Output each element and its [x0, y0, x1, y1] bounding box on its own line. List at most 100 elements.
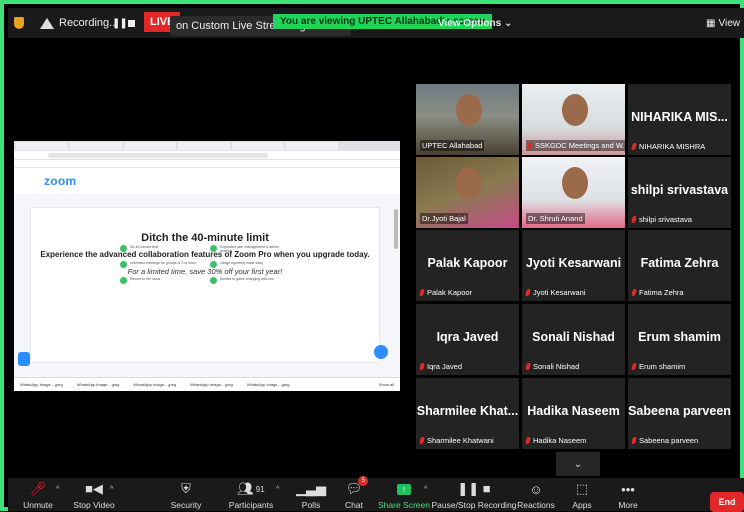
share-options-caret[interactable]: ^ [424, 486, 427, 493]
participant-name: UPTEC Allahabad [422, 141, 483, 150]
security-shield-icon[interactable] [14, 8, 28, 38]
participant-tile[interactable]: shilpi srivastava shilpi srivastava [628, 157, 731, 228]
participant-name: shilpi srivastava [639, 215, 692, 224]
browser-tab [178, 142, 230, 150]
participant-name-label: Palak Kapoor [419, 288, 472, 297]
chat-button[interactable]: 💬︎ 5 Chat [342, 476, 369, 511]
page-scrollbar[interactable] [394, 209, 398, 249]
participant-name-label: Hadika Naseem [525, 436, 587, 445]
shield-icon [18, 352, 30, 366]
participant-name: Fatima Zehra [639, 288, 684, 297]
browser-address-bar [14, 151, 400, 160]
pause-stop-recording-button[interactable]: ❚❚ ■ Pause/Stop Recording [431, 478, 516, 511]
participant-face [456, 94, 482, 126]
participant-tile[interactable]: Dr.Jyoti Bajal [416, 157, 519, 228]
participant-display-name: Jyoti Kesarwani [525, 256, 622, 270]
participant-tile[interactable]: UPTEC Allahabad [416, 84, 519, 155]
polls-button[interactable]: ▁▃▅ Polls [296, 478, 326, 511]
recording-indicator[interactable]: Recording... [40, 8, 118, 38]
participant-name-label: NIHARIKA MISHRA [631, 142, 706, 151]
participant-name-label: UPTEC Allahabad [420, 140, 485, 151]
participant-name: NIHARIKA MISHRA [639, 142, 706, 151]
participant-tile[interactable]: Iqra Javed Iqra Javed [416, 304, 519, 375]
security-button[interactable]: ⛨ Security [170, 478, 202, 511]
more-button[interactable]: ••• More [616, 478, 640, 511]
participant-name: SSKGDC Meetings and W... [535, 141, 625, 150]
emoji-add-icon: ☺ [529, 481, 543, 497]
participant-name: Sabeena parveen [639, 436, 699, 445]
reactions-button[interactable]: ☺ Reactions [517, 478, 555, 511]
end-meeting-button[interactable]: End [710, 492, 744, 512]
chat-unread-badge: 5 [358, 476, 369, 486]
pause-recording-icon[interactable]: ❚❚ [112, 8, 128, 38]
download-item: WhatsApp Image....jpeg [133, 382, 177, 387]
participant-tile[interactable]: NIHARIKA MIS... NIHARIKA MISHRA [628, 84, 731, 155]
zoom-logo: zoom [44, 174, 77, 188]
share-screen-button[interactable]: ↑ Share Screen [378, 478, 430, 511]
participant-display-name: shilpi srivastava [630, 183, 729, 197]
audio-options-caret[interactable]: ^ [56, 486, 59, 493]
check-icon [120, 261, 127, 268]
recording-label: Recording... [59, 17, 119, 29]
show-all-link: Show all [378, 382, 394, 387]
unmute-button[interactable]: 🎤︎ Unmute [20, 478, 56, 511]
muted-mic-icon [419, 363, 425, 370]
muted-mic-icon: 🎤︎ [29, 481, 47, 496]
download-item: WhatsApp Image....jpeg [246, 382, 290, 387]
browser-tab [124, 142, 176, 150]
participant-tile[interactable]: Sharmilee Khat... Sharmilee Khatwani [416, 378, 519, 449]
participant-name: Hadika Naseem [533, 436, 587, 445]
chat-bubble-icon [374, 345, 388, 359]
participant-tile[interactable]: Palak Kapoor Palak Kapoor [416, 230, 519, 301]
check-icon [210, 277, 217, 284]
participants-options-caret[interactable]: ^ [276, 486, 279, 493]
view-options-button[interactable]: View Options ⌄ [438, 8, 512, 38]
grid-icon: ▦ [706, 17, 716, 29]
participants-icon: 👥︎ [237, 481, 254, 496]
stop-recording-icon[interactable] [128, 8, 135, 38]
participant-display-name: Sharmilee Khat... [416, 404, 519, 418]
download-item: WhatsApp Image....jpeg [20, 382, 63, 387]
upgrade-card: Ditch the 40-minute limit Experience the… [30, 207, 380, 363]
view-button[interactable]: ▦ View [706, 8, 740, 38]
participant-display-name: Palak Kapoor [427, 256, 508, 270]
participant-tile[interactable]: Hadika Naseem Hadika Naseem [522, 378, 625, 449]
feature-item: Record to the cloud [120, 277, 200, 284]
feature-item: Usage reporting made easy [210, 261, 290, 268]
download-item: WhatsApp Image....jpeg [76, 382, 120, 387]
muted-mic-icon [525, 289, 531, 296]
browser-tab [16, 142, 68, 150]
browser-bookmarks-bar [14, 160, 400, 168]
apps-button[interactable]: ⬚ Apps [570, 478, 594, 511]
participant-name-label: Dr. Shruti Anand [526, 213, 585, 224]
feature-item: No 40-minute limit [120, 245, 200, 252]
video-options-caret[interactable]: ^ [110, 486, 113, 493]
participant-name: Sonali Nishad [533, 362, 580, 371]
participant-tile[interactable]: Dr. Shruti Anand [522, 157, 625, 228]
participant-display-name: Fatima Zehra [640, 256, 719, 270]
participants-button[interactable]: 👥︎ 91 Participants [226, 478, 276, 511]
muted-mic-icon [631, 289, 637, 296]
participant-name-label: Sabeena parveen [631, 436, 699, 445]
check-icon [120, 277, 127, 284]
browser-tab [70, 142, 122, 150]
shared-screen[interactable]: zoom Ditch the 40-minute limit Experienc… [14, 141, 400, 391]
participant-tile[interactable]: SSKGDC Meetings and W... [522, 84, 625, 155]
stop-video-button[interactable]: ■◀ Stop Video [70, 478, 118, 511]
participant-name-label: shilpi srivastava [631, 215, 692, 224]
check-icon [210, 245, 217, 252]
participant-tile[interactable]: Sabeena parveen Sabeena parveen [628, 378, 731, 449]
participant-name: Dr.Jyoti Bajal [422, 214, 466, 223]
participant-name-label: SSKGDC Meetings and W... [526, 140, 625, 151]
participant-display-name: Hadika Naseem [527, 404, 620, 418]
muted-mic-icon [631, 363, 637, 370]
check-icon [120, 245, 127, 252]
participant-tile[interactable]: Fatima Zehra Fatima Zehra [628, 230, 731, 301]
muted-mic-icon [631, 143, 637, 150]
muted-mic-icon [527, 142, 533, 149]
gallery-scroll-down-button[interactable]: ⌄ [556, 452, 600, 476]
participant-tile[interactable]: Sonali Nishad Sonali Nishad [522, 304, 625, 375]
participant-tile[interactable]: Jyoti Kesarwani Jyoti Kesarwani [522, 230, 625, 301]
participant-tile[interactable]: Erum shamim Erum shamim [628, 304, 731, 375]
participant-name-label: Sonali Nishad [525, 362, 580, 371]
